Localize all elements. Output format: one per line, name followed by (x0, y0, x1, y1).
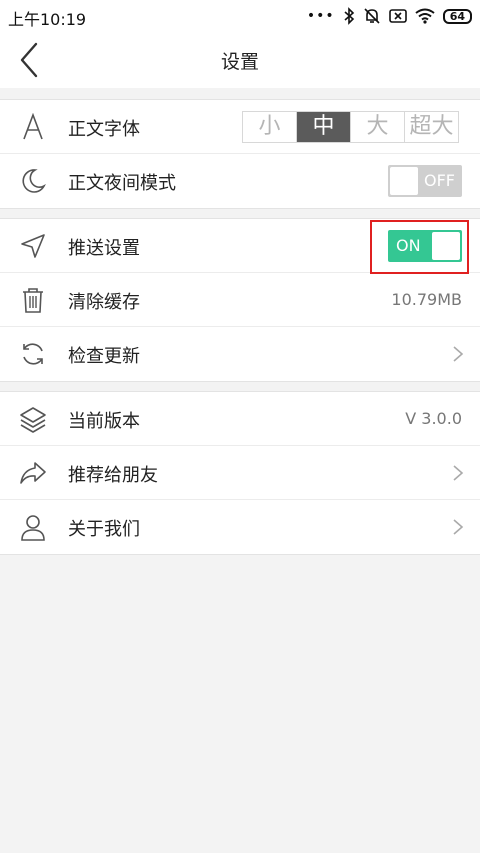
sim-off-icon (388, 9, 407, 23)
about-us-label: 关于我们 (68, 519, 140, 540)
current-version-label: 当前版本 (68, 411, 140, 432)
share-arrow-icon (20, 462, 46, 484)
chevron-right-icon (453, 346, 464, 362)
font-size-label: 正文字体 (68, 119, 140, 140)
trash-icon (23, 288, 43, 313)
night-mode-toggle[interactable]: OFF (388, 165, 462, 197)
status-time: 上午10:19 (8, 10, 87, 29)
push-settings-row: 推送设置 ON (0, 219, 480, 273)
page-title: 设置 (220, 51, 259, 73)
share-row[interactable]: 推荐给朋友 (0, 446, 480, 500)
toggle-knob (390, 167, 418, 195)
current-version-row: 当前版本 V 3.0.0 (0, 392, 480, 446)
status-bar: 上午10:19 ••• 64 (0, 0, 480, 32)
font-size-row: 正文字体 小 中 大 超大 (0, 100, 480, 154)
display-settings-group: 正文字体 小 中 大 超大 正文夜间模式 OFF (0, 99, 480, 209)
chevron-right-icon (453, 465, 464, 481)
night-mode-row: 正文夜间模式 OFF (0, 154, 480, 208)
muted-bell-icon (364, 8, 380, 24)
navigation-arrow-icon (21, 234, 45, 258)
chevron-right-icon (453, 519, 464, 535)
more-dots-icon: ••• (306, 8, 335, 24)
layers-icon (20, 407, 46, 433)
font-size-small[interactable]: 小 (243, 112, 297, 142)
battery-indicator: 64 (442, 8, 472, 24)
clear-cache-label: 清除缓存 (68, 292, 140, 313)
push-settings-label: 推送设置 (68, 238, 140, 259)
status-icons: ••• 64 (307, 5, 472, 27)
check-update-row[interactable]: 检查更新 (0, 327, 480, 381)
font-size-medium[interactable]: 中 (297, 112, 351, 142)
general-settings-group: 推送设置 ON 清除缓存 10.79MB 检查更新 (0, 218, 480, 382)
version-value: V 3.0.0 (405, 409, 462, 428)
about-us-row[interactable]: 关于我们 (0, 500, 480, 554)
about-settings-group: 当前版本 V 3.0.0 推荐给朋友 关于我们 (0, 391, 480, 555)
push-toggle[interactable]: ON (388, 230, 462, 262)
check-update-label: 检查更新 (68, 346, 140, 367)
font-size-selector: 小 中 大 超大 (242, 111, 459, 143)
cache-size-value: 10.79MB (391, 290, 462, 309)
share-label: 推荐给朋友 (68, 465, 158, 486)
toggle-state-text: OFF (424, 171, 455, 190)
letter-a-icon (23, 113, 43, 140)
clear-cache-row[interactable]: 清除缓存 10.79MB (0, 273, 480, 327)
wifi-icon (415, 8, 435, 24)
font-size-large[interactable]: 大 (351, 112, 405, 142)
font-size-xlarge[interactable]: 超大 (405, 112, 458, 142)
night-mode-label: 正文夜间模式 (68, 173, 176, 194)
moon-icon (22, 169, 46, 193)
nav-bar: 设置 (0, 32, 480, 88)
bluetooth-icon (344, 7, 354, 25)
person-icon (21, 515, 45, 541)
toggle-knob (432, 232, 460, 260)
refresh-icon (23, 343, 43, 365)
toggle-state-text: ON (396, 236, 421, 255)
